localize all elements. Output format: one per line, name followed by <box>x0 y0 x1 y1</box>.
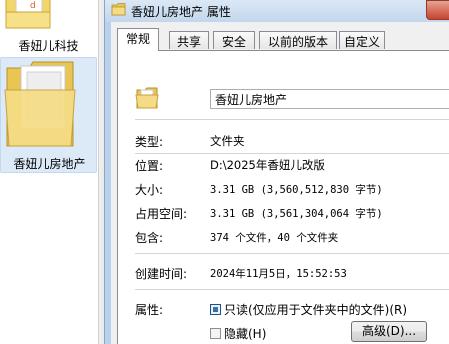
contains-label: 包含: <box>135 231 164 245</box>
readonly-checkbox[interactable] <box>210 304 221 315</box>
window-title: 香妞儿房地产 属性 <box>131 5 231 19</box>
folder-label: 香妞儿科技 <box>18 39 79 53</box>
type-value: 文件夹 <box>210 134 245 148</box>
folder-name-input[interactable]: 香妞儿房地产 <box>210 89 449 109</box>
tab-customize[interactable]: 自定义 <box>339 31 385 49</box>
title-bar[interactable]: 香妞儿房地产 属性 <box>105 0 449 22</box>
attributes-label: 属性: <box>135 303 164 317</box>
svg-text:d: d <box>30 1 36 11</box>
explorer-pane: d 香妞儿科技 香妞儿房地产 <box>0 0 98 344</box>
folder-label: 香妞儿房地产 <box>13 157 86 171</box>
hidden-checkbox[interactable] <box>210 328 221 339</box>
folder-item-selected[interactable]: 香妞儿房地产 <box>0 57 97 173</box>
created-label: 创建时间: <box>135 267 188 281</box>
folder-icon <box>4 61 76 147</box>
properties-dialog: 香妞儿房地产 属性 常规 共享 安全 以前的版本 自定义 香妞儿房地产 类型: … <box>104 0 449 344</box>
separator <box>135 119 449 120</box>
close-button[interactable] <box>426 0 449 20</box>
advanced-button[interactable]: 高级(D)... <box>351 321 427 342</box>
tab-general[interactable]: 常规 <box>117 28 159 51</box>
type-label: 类型: <box>135 135 164 149</box>
hidden-label[interactable]: 隐藏(H) <box>224 325 266 342</box>
size-on-disk-label: 占用空间: <box>135 207 188 221</box>
created-value: 2024年11月5日，15:52:53 <box>210 268 347 280</box>
contains-value: 374 个文件，40 个文件夹 <box>210 232 339 244</box>
location-value: D:\2025年香妞儿改版 <box>210 158 325 172</box>
size-label: 大小: <box>135 183 164 197</box>
tab-sharing[interactable]: 共享 <box>169 31 209 49</box>
separator <box>135 253 449 254</box>
separator <box>135 153 449 154</box>
tab-previous-versions[interactable]: 以前的版本 <box>259 31 337 49</box>
dialog-client: 常规 共享 安全 以前的版本 自定义 香妞儿房地产 类型: 文件夹 位置: D:… <box>111 22 449 344</box>
separator <box>135 289 449 290</box>
general-page: 香妞儿房地产 类型: 文件夹 位置: D:\2025年香妞儿改版 大小: 3.3… <box>117 50 449 344</box>
folder-icon <box>111 3 126 16</box>
tab-security[interactable]: 安全 <box>213 31 255 49</box>
location-label: 位置: <box>135 159 164 173</box>
size-value: 3.31 GB (3,560,512,830 字节) <box>210 184 383 196</box>
folder-icon <box>135 87 159 109</box>
readonly-label[interactable]: 只读(仅应用于文件夹中的文件)(R) <box>224 301 407 318</box>
folder-icon: d <box>5 0 51 29</box>
size-on-disk-value: 3.31 GB (3,561,304,064 字节) <box>210 208 383 220</box>
folder-item[interactable]: d 香妞儿科技 <box>0 0 97 56</box>
